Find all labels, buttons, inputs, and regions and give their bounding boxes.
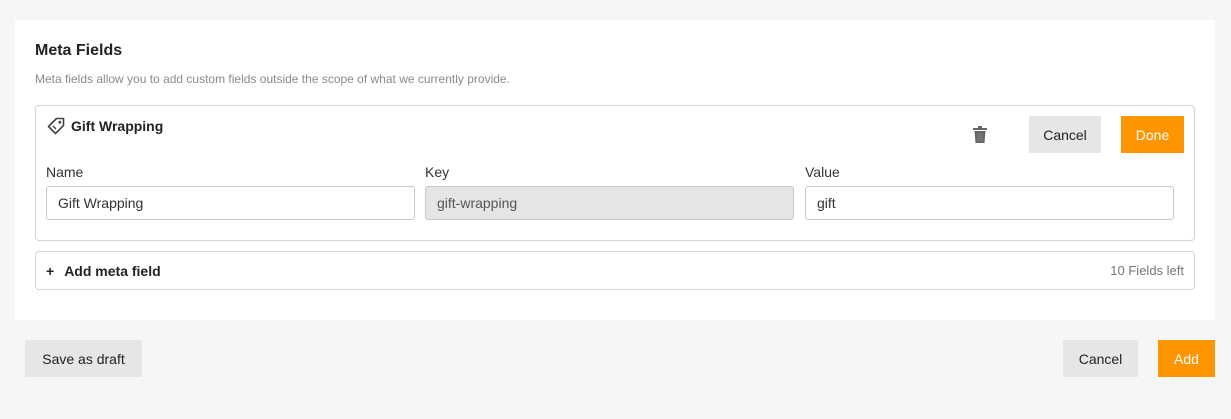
add-meta-field-label: Add meta field: [64, 262, 161, 279]
section-title: Meta Fields: [35, 42, 123, 59]
meta-fields-card: Meta Fields Meta fields allow you to add…: [15, 20, 1215, 320]
value-input[interactable]: [805, 186, 1174, 220]
cancel-field-button[interactable]: Cancel: [1029, 116, 1101, 153]
done-button[interactable]: Done: [1121, 116, 1184, 153]
key-label: Key: [425, 164, 450, 180]
tag-icon: [47, 117, 65, 135]
value-column: Value: [805, 164, 1174, 220]
value-label: Value: [805, 164, 840, 180]
key-column: Key: [425, 164, 794, 220]
name-label: Name: [46, 164, 84, 180]
trash-icon[interactable]: [973, 126, 987, 143]
add-meta-field-button[interactable]: + Add meta field 10 Fields left: [35, 251, 1195, 290]
save-as-draft-button[interactable]: Save as draft: [25, 340, 142, 377]
meta-field-title: Gift Wrapping: [71, 118, 164, 134]
name-column: Name: [46, 164, 415, 220]
section-description: Meta fields allow you to add custom fiel…: [35, 72, 510, 86]
plus-icon: +: [46, 262, 55, 279]
fields-left-count: 10 Fields left: [1110, 263, 1184, 278]
name-input[interactable]: [46, 186, 415, 220]
key-input: [425, 186, 794, 220]
cancel-button[interactable]: Cancel: [1063, 340, 1138, 377]
add-button[interactable]: Add: [1158, 340, 1215, 377]
meta-field-header: Gift Wrapping: [47, 117, 163, 135]
meta-field-editor: Gift Wrapping Cancel Done Name Key Value: [35, 105, 1195, 241]
